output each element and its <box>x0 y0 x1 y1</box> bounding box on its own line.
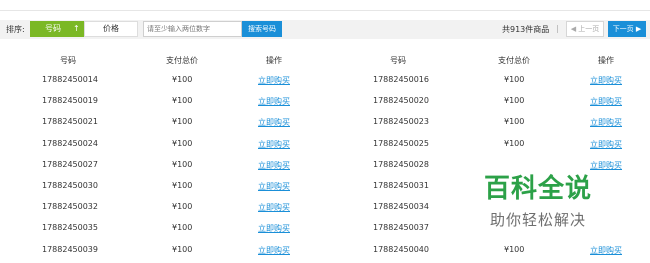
header-number-right: 号码 <box>390 56 406 65</box>
total-price: ¥100 <box>172 245 193 254</box>
buy-now-link[interactable]: 立即购买 <box>258 96 290 107</box>
buy-now-link[interactable]: 立即购买 <box>590 96 622 107</box>
phone-number: 17882450030 <box>42 181 98 190</box>
total-price: ¥100 <box>172 181 193 190</box>
buy-now-link[interactable]: 立即购买 <box>590 75 622 86</box>
phone-number: 17882450034 <box>373 202 429 211</box>
buy-now-link[interactable]: 立即购买 <box>590 160 622 171</box>
phone-number: 17882450024 <box>42 139 98 148</box>
buy-now-link[interactable]: 立即购买 <box>258 223 290 234</box>
buy-now-link[interactable]: 立即购买 <box>258 139 290 150</box>
phone-number: 17882450021 <box>42 117 98 126</box>
header-price-left: 支付总价 <box>166 56 198 65</box>
total-price: ¥100 <box>504 117 525 126</box>
pager-divider: | <box>556 24 559 33</box>
total-price: ¥100 <box>172 75 193 84</box>
next-page-button[interactable]: 下一页 ▶ <box>608 21 646 37</box>
buy-now-link[interactable]: 立即购买 <box>258 202 290 213</box>
phone-number: 17882450016 <box>373 75 429 84</box>
header-action-right: 操作 <box>598 56 614 65</box>
total-price: ¥100 <box>172 202 193 211</box>
phone-number: 17882450023 <box>373 117 429 126</box>
watermark-subtitle: 助你轻松解决 <box>490 211 587 229</box>
phone-number: 17882450035 <box>42 223 98 232</box>
search-number-button[interactable]: 搜索号码 <box>242 21 282 37</box>
phone-number: 17882450037 <box>373 223 429 232</box>
total-price: ¥100 <box>172 139 193 148</box>
total-price: ¥100 <box>172 96 193 105</box>
total-price: ¥100 <box>172 117 193 126</box>
total-price: ¥100 <box>504 96 525 105</box>
buy-now-link[interactable]: 立即购买 <box>258 245 290 256</box>
phone-number: 17882450020 <box>373 96 429 105</box>
buy-now-link[interactable]: 立即购买 <box>590 245 622 256</box>
phone-number: 17882450039 <box>42 245 98 254</box>
sort-up-arrow-icon: ↑ <box>73 24 80 33</box>
header-number-left: 号码 <box>60 56 76 65</box>
buy-now-link[interactable]: 立即购买 <box>590 139 622 150</box>
phone-number: 17882450025 <box>373 139 429 148</box>
buy-now-link[interactable]: 立即购买 <box>590 117 622 128</box>
phone-number: 17882450027 <box>42 160 98 169</box>
sort-label: 排序: <box>6 25 25 34</box>
sort-by-price-button[interactable]: 价格 <box>84 21 138 37</box>
total-count: 共913件商品 <box>502 25 550 34</box>
total-price: ¥100 <box>504 75 525 84</box>
phone-number: 17882450028 <box>373 160 429 169</box>
number-search-input[interactable] <box>143 21 242 37</box>
buy-now-link[interactable]: 立即购买 <box>258 181 290 192</box>
phone-number: 17882450040 <box>373 245 429 254</box>
total-price: ¥100 <box>172 223 193 232</box>
watermark-title: 百科全说 <box>484 174 593 204</box>
total-price: ¥100 <box>504 245 525 254</box>
buy-now-link[interactable]: 立即购买 <box>258 75 290 86</box>
phone-number: 17882450031 <box>373 181 429 190</box>
sort-number-label: 号码 <box>45 24 61 33</box>
phone-number: 17882450032 <box>42 202 98 211</box>
sort-by-number-button[interactable]: 号码 ↑ <box>30 21 84 37</box>
phone-number: 17882450014 <box>42 75 98 84</box>
phone-number: 17882450019 <box>42 96 98 105</box>
header-price-right: 支付总价 <box>498 56 530 65</box>
buy-now-link[interactable]: 立即购买 <box>258 117 290 128</box>
total-price: ¥100 <box>504 139 525 148</box>
total-price: ¥100 <box>172 160 193 169</box>
prev-page-button[interactable]: ◀ 上一页 <box>566 21 604 37</box>
buy-now-link[interactable]: 立即购买 <box>258 160 290 171</box>
header-action-left: 操作 <box>266 56 282 65</box>
top-divider <box>0 10 650 11</box>
